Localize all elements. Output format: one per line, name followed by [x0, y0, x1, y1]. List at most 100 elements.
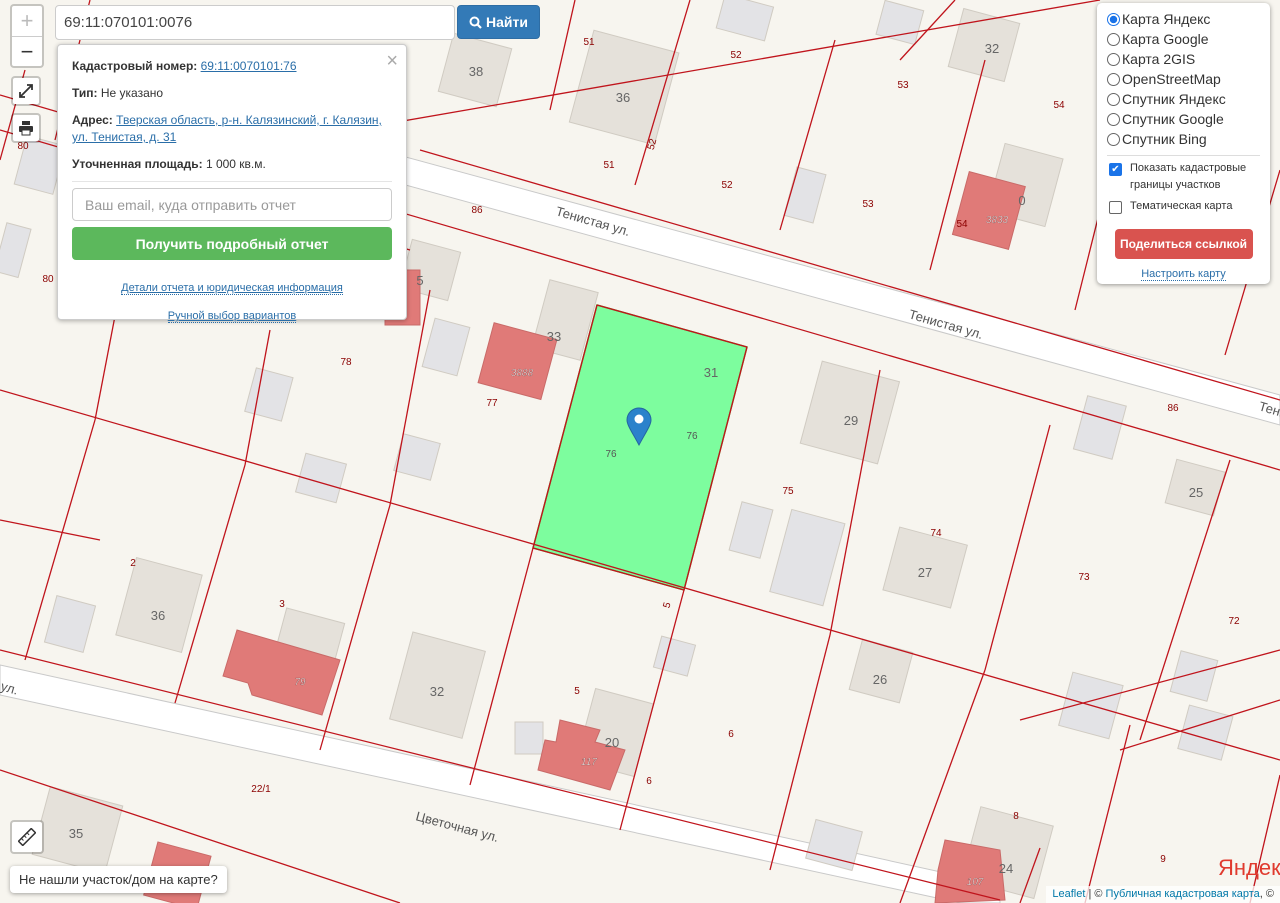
- attribution: Leaflet | © Публичная кадастровая карта,…: [1046, 886, 1280, 903]
- svg-text:53: 53: [862, 199, 874, 210]
- cadastral-number-link[interactable]: 69:11:0070101:76: [201, 59, 297, 73]
- layer-option-osm[interactable]: OpenStreetMap: [1107, 69, 1260, 89]
- svg-text:76: 76: [605, 449, 617, 460]
- svg-text:76: 76: [686, 431, 698, 442]
- svg-text:27: 27: [918, 565, 932, 580]
- svg-text:3833: 3833: [986, 215, 1009, 226]
- svg-text:20: 20: [605, 735, 619, 750]
- email-input[interactable]: Ваш email, куда отправить отчет: [72, 188, 392, 221]
- svg-text:29: 29: [844, 413, 858, 428]
- get-report-button[interactable]: Получить подробный отчет: [72, 227, 392, 260]
- svg-text:3: 3: [279, 599, 285, 610]
- layer-option-google[interactable]: Карта Google: [1107, 29, 1260, 49]
- layer-option-satellite-google[interactable]: Спутник Google: [1107, 109, 1260, 129]
- svg-text:75: 75: [782, 486, 794, 497]
- cadastral-search-input[interactable]: [55, 5, 455, 40]
- leaflet-link[interactable]: Leaflet: [1052, 888, 1085, 900]
- not-found-button[interactable]: Не нашли участок/дом на карте?: [10, 866, 227, 893]
- svg-text:22/1: 22/1: [251, 784, 271, 795]
- svg-text:54: 54: [956, 219, 968, 230]
- svg-text:24: 24: [999, 861, 1013, 876]
- radio-icon[interactable]: [1107, 12, 1120, 26]
- area-label: Уточненная площадь:: [72, 157, 203, 171]
- svg-text:32: 32: [985, 41, 999, 56]
- svg-text:53: 53: [897, 80, 909, 91]
- address-label: Адрес:: [72, 113, 113, 127]
- radio-icon[interactable]: [1107, 112, 1120, 126]
- svg-text:52: 52: [721, 180, 733, 191]
- svg-text:51: 51: [583, 37, 595, 48]
- show-borders-checkbox[interactable]: ✔ Показать кадастровые границы участков: [1107, 160, 1260, 194]
- zoom-in-button[interactable]: +: [12, 6, 42, 36]
- report-details-link[interactable]: Детали отчета и юридическая информация: [121, 282, 343, 295]
- fullscreen-button[interactable]: [11, 76, 41, 106]
- search-icon: [469, 16, 482, 29]
- ruler-icon: [18, 828, 36, 846]
- svg-text:86: 86: [1167, 403, 1179, 414]
- layer-option-2gis[interactable]: Карта 2GIS: [1107, 49, 1260, 69]
- svg-text:Цветочная ул.: Цветочная ул.: [414, 808, 500, 845]
- svg-text:5: 5: [662, 601, 674, 610]
- svg-text:52: 52: [646, 137, 660, 151]
- measure-button[interactable]: [10, 820, 44, 854]
- layer-option-yandex[interactable]: Карта Яндекс: [1107, 9, 1260, 29]
- svg-text:38: 38: [469, 64, 483, 79]
- print-button[interactable]: [11, 113, 41, 143]
- zoom-control: + −: [10, 4, 44, 68]
- manual-selection-link[interactable]: Ручной выбор вариантов: [167, 310, 297, 323]
- svg-text:80: 80: [42, 274, 54, 285]
- search-button[interactable]: Найти: [457, 5, 540, 39]
- svg-text:25: 25: [1189, 485, 1203, 500]
- svg-text:33: 33: [547, 329, 561, 344]
- svg-text:52: 52: [730, 50, 742, 61]
- svg-text:32: 32: [430, 684, 444, 699]
- svg-text:5: 5: [416, 273, 423, 288]
- svg-text:73: 73: [1078, 572, 1090, 583]
- print-icon: [19, 121, 33, 136]
- expand-icon: [19, 84, 33, 98]
- svg-text:6: 6: [646, 776, 652, 787]
- layer-option-satellite-yandex[interactable]: Спутник Яндекс: [1107, 89, 1260, 109]
- divider: [72, 181, 392, 182]
- divider: [1107, 155, 1260, 156]
- svg-text:107: 107: [967, 877, 984, 888]
- radio-icon[interactable]: [1107, 72, 1120, 86]
- close-icon[interactable]: ×: [386, 50, 398, 73]
- zoom-out-button[interactable]: −: [12, 36, 42, 66]
- svg-text:77: 77: [486, 398, 498, 409]
- type-value: Не указано: [100, 86, 164, 100]
- svg-text:78: 78: [340, 357, 352, 368]
- svg-text:2: 2: [130, 558, 136, 569]
- svg-text:31: 31: [704, 365, 718, 380]
- svg-text:9: 9: [1160, 854, 1166, 865]
- radio-icon[interactable]: [1107, 52, 1120, 66]
- svg-text:74: 74: [930, 528, 942, 539]
- radio-icon[interactable]: [1107, 32, 1120, 46]
- cadastral-label: Кадастровый номер:: [72, 59, 198, 73]
- svg-text:86: 86: [471, 205, 483, 216]
- checkbox-checked-icon[interactable]: ✔: [1109, 163, 1122, 176]
- svg-text:54: 54: [1053, 100, 1065, 111]
- svg-text:6: 6: [728, 729, 734, 740]
- address-link[interactable]: Тверская область, р-н. Калязинский, г. К…: [72, 113, 382, 144]
- pkk-link[interactable]: Публичная кадастровая карта: [1106, 888, 1260, 900]
- search-button-label: Найти: [486, 14, 528, 30]
- svg-text:8: 8: [1013, 811, 1019, 822]
- svg-text:51: 51: [603, 160, 615, 171]
- svg-text:3888: 3888: [511, 368, 534, 379]
- svg-text:35: 35: [69, 826, 83, 841]
- share-link-button[interactable]: Поделиться ссылкой: [1114, 229, 1253, 259]
- svg-text:36: 36: [151, 608, 165, 623]
- thematic-map-checkbox[interactable]: Тематическая карта: [1107, 198, 1260, 215]
- svg-text:0: 0: [1018, 193, 1025, 208]
- layer-switcher: Карта Яндекс Карта Google Карта 2GIS Ope…: [1097, 3, 1270, 284]
- svg-text:26: 26: [873, 672, 887, 687]
- radio-icon[interactable]: [1107, 92, 1120, 106]
- area-value: 1 000 кв.м.: [205, 157, 266, 171]
- checkbox-icon[interactable]: [1109, 201, 1122, 214]
- radio-icon[interactable]: [1107, 132, 1120, 146]
- layer-option-satellite-bing[interactable]: Спутник Bing: [1107, 129, 1260, 149]
- svg-text:36: 36: [616, 90, 630, 105]
- svg-text:5: 5: [574, 686, 580, 697]
- configure-map-link[interactable]: Настроить карту: [1141, 268, 1226, 281]
